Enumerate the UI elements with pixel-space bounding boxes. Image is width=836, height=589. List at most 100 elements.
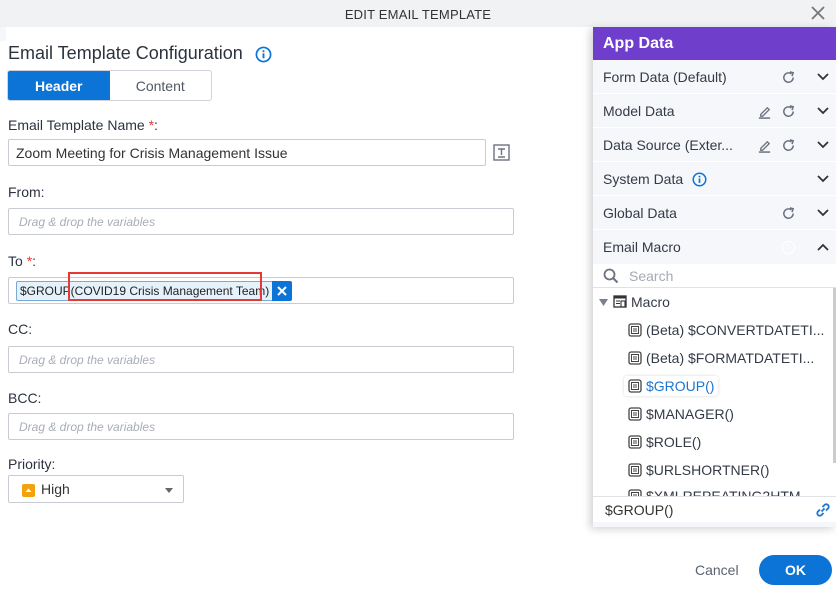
macro-function-icon [628, 407, 642, 421]
close-icon[interactable] [808, 3, 828, 23]
dialog-title: EDIT EMAIL TEMPLATE [344, 7, 492, 22]
expand-triangle-icon[interactable] [599, 298, 608, 307]
accordion-system-data[interactable]: System Data [593, 162, 836, 196]
macro-item[interactable]: $ROLE() [628, 434, 701, 450]
bcc-placeholder: Drag & drop the variables [19, 420, 156, 434]
macro-item-label: (Beta) $CONVERTDATETI... [646, 322, 825, 338]
macro-function-icon [628, 489, 642, 496]
section-title: Email Template Configuration [8, 43, 243, 63]
refresh-icon[interactable] [781, 138, 796, 153]
edit-icon[interactable] [757, 104, 772, 119]
to-label-text: To [8, 253, 23, 269]
accordion-form-data[interactable]: Form Data (Default) [593, 60, 836, 94]
priority-select[interactable]: High [8, 475, 184, 503]
recipient-token-text: $GROUP(COVID19 Crisis Management Team) [16, 281, 273, 301]
search-icon [603, 268, 619, 284]
accordion-data-source[interactable]: Data Source (Exter... [593, 128, 836, 162]
dropdown-caret-icon [165, 488, 173, 493]
macro-search[interactable]: Search [593, 264, 836, 288]
macro-item[interactable]: $URLSHORTNER() [628, 462, 769, 478]
macro-item-label: $XMLREPEATING2HTM... [646, 488, 813, 496]
selected-macro-value: $GROUP() [593, 496, 836, 522]
cancel-button[interactable]: Cancel [695, 562, 739, 578]
chevron-down-icon[interactable] [816, 71, 830, 83]
macro-item[interactable]: (Beta) $CONVERTDATETI... [628, 322, 824, 338]
priority-value: High [41, 481, 70, 497]
to-label: To *: [8, 253, 36, 269]
macro-item-label: $GROUP() [646, 378, 715, 394]
macro-item-label: $MANAGER() [646, 406, 734, 422]
config-tabs: Header Content [7, 70, 212, 101]
chevron-down-icon[interactable] [816, 105, 830, 117]
link-icon[interactable] [814, 501, 832, 519]
recipient-token[interactable]: $GROUP(COVID19 Crisis Management Team) [16, 281, 293, 301]
macro-function-icon [628, 323, 642, 337]
edit-icon[interactable] [757, 138, 772, 153]
ok-button[interactable]: OK [759, 555, 832, 585]
template-name-label: Email Template Name *: [8, 117, 158, 133]
accordion-label: Email Macro [603, 239, 681, 255]
close-icon [277, 286, 287, 296]
from-placeholder: Drag & drop the variables [19, 215, 156, 229]
priority-label: Priority: [8, 456, 56, 472]
label-colon: : [32, 253, 37, 269]
accordion-label: Form Data (Default) [603, 69, 727, 85]
cc-input[interactable]: Drag & drop the variables [8, 346, 514, 373]
macro-item-label: $URLSHORTNER() [646, 462, 770, 478]
search-placeholder: Search [629, 268, 674, 284]
help-icon[interactable]: ? [781, 240, 796, 255]
tab-content[interactable]: Content [110, 71, 212, 100]
macro-item[interactable]: (Beta) $FORMATDATETI... [628, 350, 814, 366]
cc-placeholder: Drag & drop the variables [19, 353, 156, 367]
dialog-titlebar: EDIT EMAIL TEMPLATE [0, 0, 836, 27]
macro-item-label: $ROLE() [646, 434, 702, 450]
cc-label: CC: [8, 321, 33, 337]
macro-function-icon [628, 351, 642, 365]
chevron-down-icon[interactable] [816, 207, 830, 219]
tab-header[interactable]: Header [8, 71, 110, 100]
refresh-icon[interactable] [781, 206, 796, 221]
macro-tree: Macro (Beta) $CONVERTDATETI... (Beta) $F… [593, 288, 836, 496]
config-header-strip [0, 27, 593, 41]
macro-folder-icon [613, 295, 627, 308]
from-input[interactable]: Drag & drop the variables [8, 208, 514, 235]
bcc-label: BCC: [8, 390, 42, 406]
refresh-icon[interactable] [781, 70, 796, 85]
info-icon[interactable] [255, 46, 272, 63]
remove-token-button[interactable] [272, 281, 293, 301]
accordion-model-data[interactable]: Model Data [593, 94, 836, 128]
bcc-input[interactable]: Drag & drop the variables [8, 413, 514, 440]
from-label: From: [8, 184, 45, 200]
chevron-up-icon[interactable] [816, 241, 830, 253]
accordion-label: System Data [603, 171, 684, 187]
macro-item-label: (Beta) $FORMATDATETI... [646, 350, 815, 366]
text-format-icon[interactable] [493, 144, 510, 161]
macro-function-icon [628, 463, 642, 477]
template-name-value: Zoom Meeting for Crisis Management Issue [16, 145, 288, 161]
macro-item[interactable]: $XMLREPEATING2HTM... [628, 488, 812, 496]
to-input[interactable]: $GROUP(COVID19 Crisis Management Team) [8, 277, 514, 304]
template-name-label-text: Email Template Name [8, 117, 145, 133]
svg-text:?: ? [786, 243, 791, 253]
macro-item[interactable]: $MANAGER() [628, 406, 734, 422]
tree-root-macro[interactable]: Macro [599, 294, 670, 310]
macro-item-selected[interactable]: $GROUP() [624, 376, 719, 396]
accordion-label: Data Source (Exter... [603, 137, 733, 153]
priority-high-icon [22, 484, 35, 497]
accordion-global-data[interactable]: Global Data [593, 196, 836, 230]
refresh-icon[interactable] [781, 104, 796, 119]
chevron-down-icon[interactable] [816, 139, 830, 151]
selected-macro-text: $GROUP() [605, 502, 674, 518]
label-colon: : [154, 117, 158, 133]
info-icon[interactable] [692, 172, 707, 187]
tree-root-label: Macro [631, 294, 670, 310]
template-name-input[interactable]: Zoom Meeting for Crisis Management Issue [8, 139, 486, 166]
app-data-panel: App Data Form Data (Default) Model Data … [593, 27, 836, 527]
chevron-down-icon[interactable] [816, 173, 830, 185]
app-data-title: App Data [593, 27, 836, 60]
macro-function-icon [628, 379, 642, 393]
accordion-email-macro[interactable]: Email Macro ? [593, 230, 836, 264]
accordion-label: Global Data [603, 205, 677, 221]
accordion-label: Model Data [603, 103, 675, 119]
macro-function-icon [628, 435, 642, 449]
